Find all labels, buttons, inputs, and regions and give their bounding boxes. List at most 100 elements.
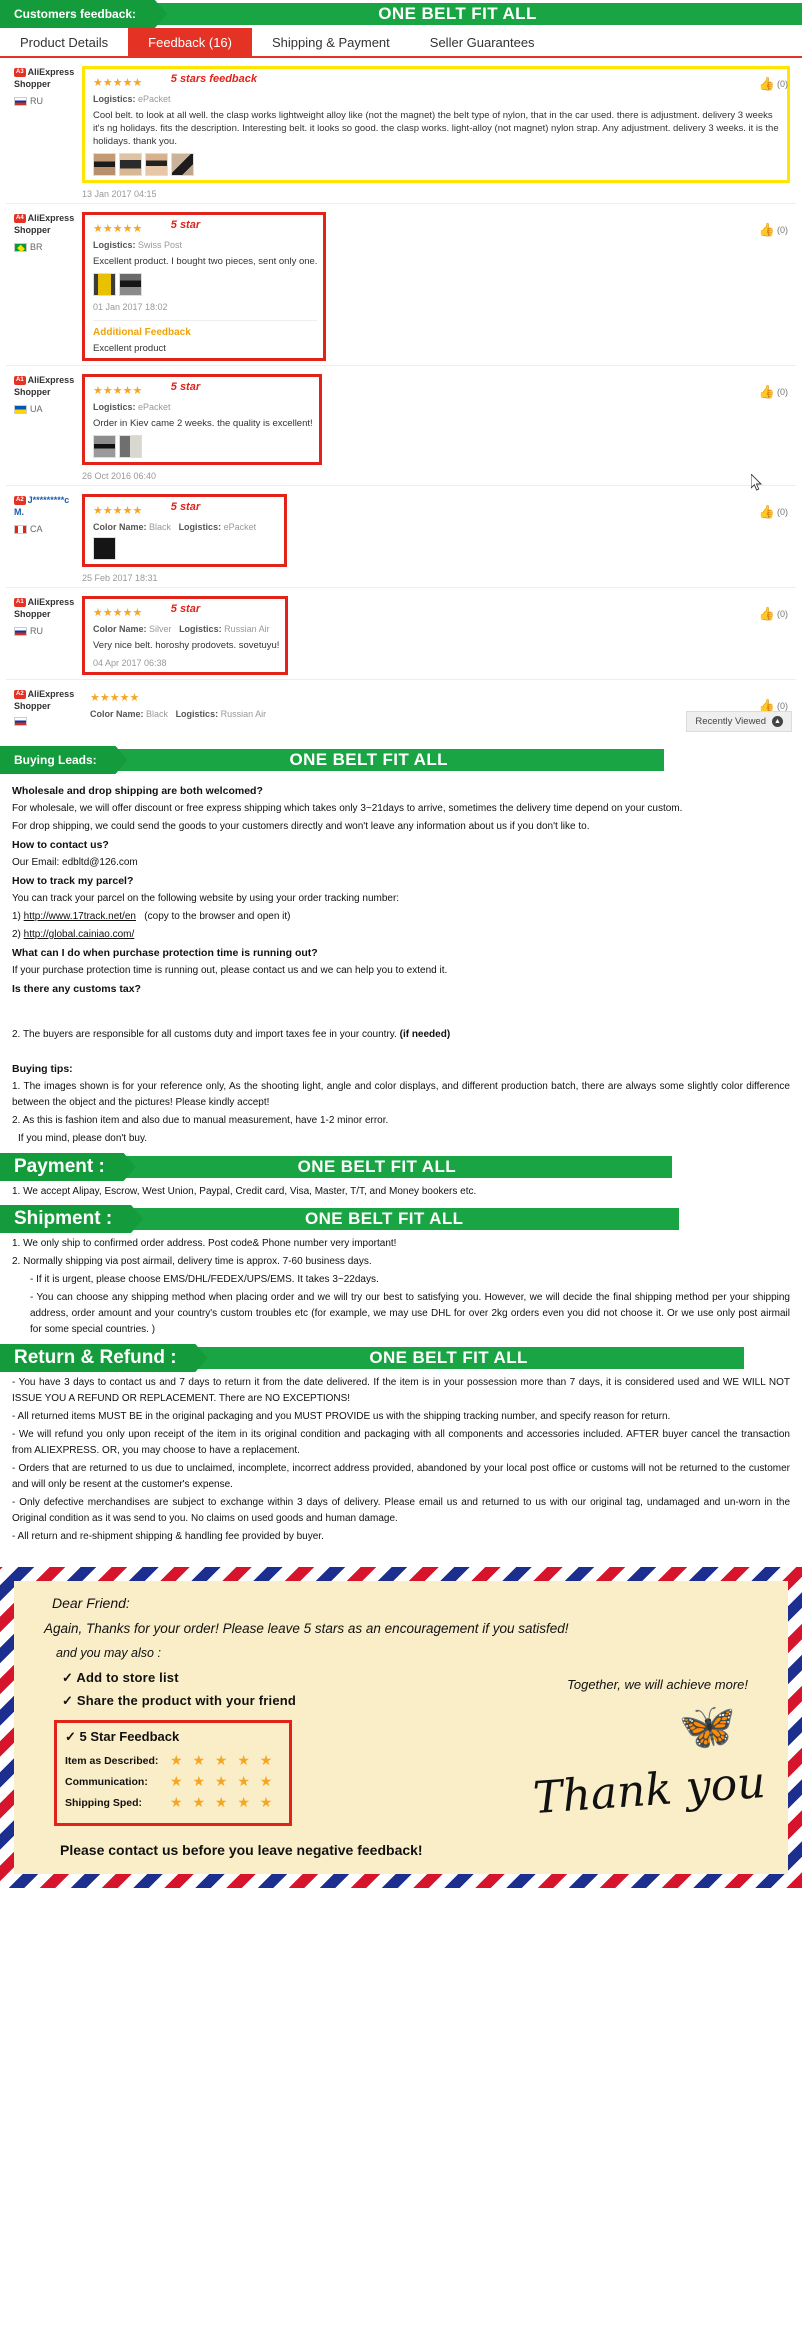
tab-seller-guarantees[interactable]: Seller Guarantees <box>410 28 555 58</box>
tab-shipping-payment[interactable]: Shipping & Payment <box>252 28 410 58</box>
helpful-vote[interactable]: 👍 (0) <box>759 222 788 238</box>
feedback-row: A1 AliExpress Shopper RU ★★★★★ 5 star Col… <box>6 588 796 680</box>
feedback-text: Cool belt. to look at all well. the clas… <box>93 110 779 147</box>
return-rule-2: - All returned items MUST BE in the orig… <box>12 1411 671 1422</box>
airmail-together-message: Together, we will achieve more! <box>567 1677 748 1692</box>
five-star-feedback-header: ✓ 5 Star Feedback <box>65 1729 180 1744</box>
reviewer-level-badge: A3 <box>14 68 26 78</box>
reviewer-username: J*********c <box>27 495 70 505</box>
red-highlight-box: ★★★★★ 5 star Color Name: Silver Logistic… <box>82 596 289 675</box>
buying-leads-content: Wholesale and drop shipping are both wel… <box>0 774 802 1153</box>
feedback-row: A1 AliExpress Shopper UA ★★★★★ 5 star Log… <box>6 366 796 486</box>
customers-feedback-banner: Customers feedback: ONE BELT FIT ALL <box>0 0 802 28</box>
flag-ru-icon <box>14 96 27 106</box>
feedback-row: A4 AliExpress Shopper BR ★★★★★ 5 star Log… <box>6 204 796 491</box>
thumbs-up-icon[interactable]: 👍 <box>759 76 775 92</box>
feedback-body: ★★★★★ 5 star Color Name: Black Logistics… <box>78 494 796 583</box>
feedback-photo-thumbnail[interactable] <box>93 537 116 560</box>
meta-label: Logistics: <box>93 402 136 412</box>
feedback-row: A2 AliExpress Shopper ★★★★★ Color Name: B… <box>6 680 796 732</box>
reviewer-level-badge: A4 <box>14 214 26 224</box>
meta-value-2: Russian Air <box>224 624 270 634</box>
rating-stars: ★★★★★ <box>93 505 143 517</box>
red-highlight-box: ★★★★★ 5 star Color Name: Black Logistics… <box>82 494 287 567</box>
rating-row: Shipping Sped: ★ ★ ★ ★ ★ <box>65 1794 275 1811</box>
helpful-vote[interactable]: 👍 (0) <box>759 384 788 400</box>
flag-ca-icon <box>14 524 27 534</box>
helpful-vote[interactable]: 👍 (0) <box>759 76 788 92</box>
meta-value: Black <box>149 522 172 532</box>
rating-label-item-as-described: Item as Described: <box>65 1754 159 1767</box>
feedback-photo-thumbnail[interactable] <box>171 153 194 176</box>
reviewer-info: A3 AliExpress Shopper RU <box>6 66 78 199</box>
feedback-photo-thumbnail[interactable] <box>119 435 142 458</box>
return-refund-content: - You have 3 days to contact us and 7 da… <box>0 1372 802 1557</box>
meta-value-2: Russian Air <box>220 709 267 719</box>
feedback-photo-thumbnail[interactable] <box>93 153 116 176</box>
feedback-photos[interactable] <box>93 273 317 296</box>
buying-tips-heading: Buying tips: <box>12 1063 73 1075</box>
caret-up-circle-icon[interactable]: ▲ <box>772 716 783 727</box>
shipment-content: 1. We only ship to confirmed order addre… <box>0 1233 802 1344</box>
reviewer-country: RU <box>14 95 78 107</box>
rating-annotation: 5 stars feedback <box>170 73 257 85</box>
thank-you-script: Thank you <box>531 1756 768 1825</box>
feedback-photo-thumbnail[interactable] <box>145 153 168 176</box>
feedback-photos[interactable] <box>93 537 278 560</box>
buying-tip-2: 2. As this is fashion item and also due … <box>12 1115 389 1126</box>
banner-slogan: ONE BELT FIT ALL <box>297 1157 457 1176</box>
tracking-link-row-1: 1) http://www.17track.net/en (copy to th… <box>12 909 790 925</box>
helpful-count: (0) <box>777 609 788 619</box>
feedback-photo-thumbnail[interactable] <box>93 435 116 458</box>
feedback-content: ★★★★★ Color Name: Black Logistics: Russi… <box>82 688 790 719</box>
airmail-thanks-message: Again, Thanks for your order! Please lea… <box>44 1621 569 1636</box>
country-code: CA <box>30 524 43 534</box>
buying-tip-1: 1. The images shown is for your referenc… <box>12 1081 790 1108</box>
reviewer-info: A1 AliExpress Shopper UA <box>6 374 78 481</box>
feedback-text: Order in Kiev came 2 weeks. the quality … <box>93 418 313 429</box>
thumbs-up-icon[interactable]: 👍 <box>759 222 775 238</box>
reviewer-name: A2 J*********c <box>14 495 70 506</box>
tab-feedback[interactable]: Feedback (16) <box>128 28 252 58</box>
meta-label: Logistics: <box>93 94 136 104</box>
feedback-photo-thumbnail[interactable] <box>119 153 142 176</box>
payment-label: Payment : <box>0 1153 105 1181</box>
rating-annotation: 5 star <box>170 219 201 231</box>
thumbs-up-icon[interactable]: 👍 <box>759 384 775 400</box>
recently-viewed-widget[interactable]: Recently Viewed ▲ <box>686 711 792 732</box>
tracking-link-17track[interactable]: http://www.17track.net/en <box>24 911 136 922</box>
feedback-body: ★★★★★ 5 stars feedback Logistics: ePacke… <box>78 66 796 199</box>
payment-content: 1. We accept Alipay, Escrow, West Union,… <box>0 1181 802 1205</box>
flag-ua-icon <box>14 404 27 414</box>
reviewer-username-2: M. <box>14 507 24 517</box>
reviewer-username-2: Shopper <box>14 225 51 235</box>
thumbs-up-icon[interactable]: 👍 <box>759 606 775 622</box>
faq-question-track: How to track my parcel? <box>12 875 134 887</box>
feedback-photo-thumbnail[interactable] <box>119 273 142 296</box>
rating-stars: ★★★★★ <box>90 692 140 704</box>
thumbs-up-icon[interactable]: 👍 <box>759 504 775 520</box>
helpful-vote[interactable]: 👍 (0) <box>759 504 788 520</box>
tracking-link-cainiao[interactable]: http://global.cainiao.com/ <box>24 929 135 940</box>
feedback-photos[interactable] <box>93 153 781 176</box>
reviewer-username-2: Shopper <box>14 387 51 397</box>
customs-text: 2. The buyers are responsible for all cu… <box>12 1029 397 1040</box>
product-tabs[interactable]: Product Details Feedback (16) Shipping &… <box>0 28 802 58</box>
reviewer-country <box>14 717 78 726</box>
country-code: BR <box>30 242 43 252</box>
rating-stars: ★★★★★ <box>93 223 143 235</box>
feedback-row: A2 J*********c M. CA ★★★★★ 5 star Color N… <box>6 486 796 588</box>
feedback-photos[interactable] <box>93 435 313 458</box>
reviewer-country: RU <box>14 625 78 637</box>
banner-slogan-wrap: ONE BELT FIT ALL <box>121 1156 672 1178</box>
helpful-vote[interactable]: 👍 (0) <box>759 606 788 622</box>
feedback-list: A3 AliExpress Shopper RU ★★★★★ 5 stars fe… <box>0 58 802 732</box>
reviewer-name: A2 AliExpress <box>14 689 74 700</box>
tracking-link-hint: (copy to the browser and open it) <box>144 911 291 922</box>
reviewer-name: A1 AliExpress <box>14 375 74 386</box>
feedback-photo-thumbnail[interactable] <box>93 273 116 296</box>
rating-row: Communication: ★ ★ ★ ★ ★ <box>65 1773 275 1790</box>
meta-value: ePacket <box>138 94 171 104</box>
tab-product-details[interactable]: Product Details <box>0 28 128 58</box>
